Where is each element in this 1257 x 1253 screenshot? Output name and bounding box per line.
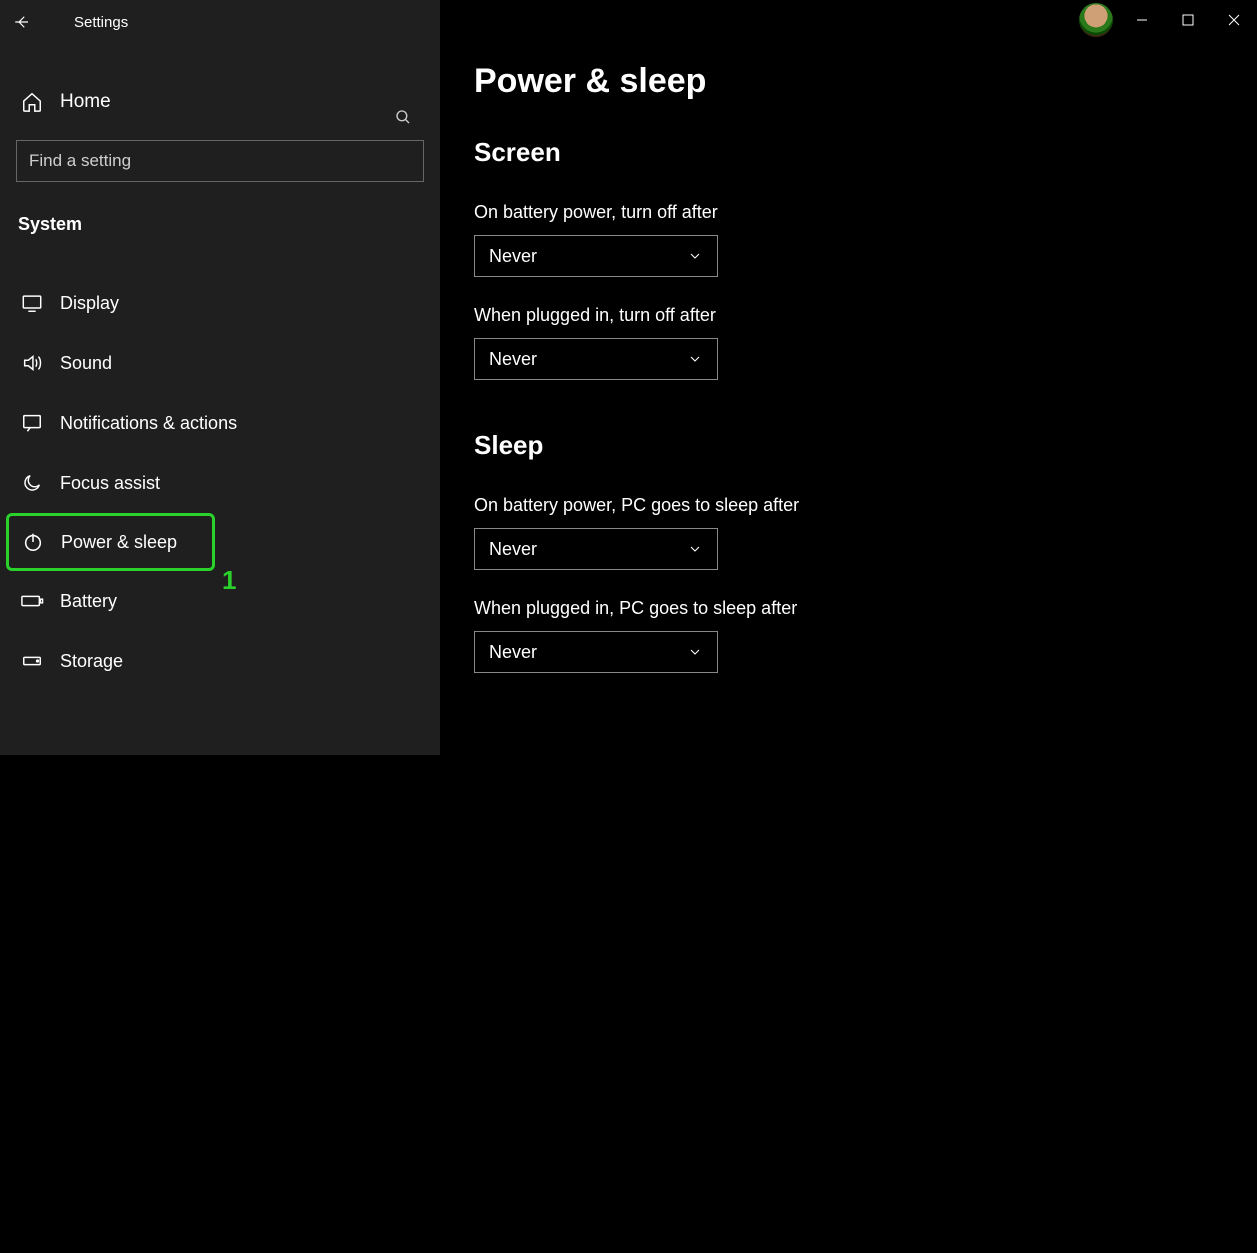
display-icon: [18, 289, 46, 317]
sidebar-item-label: Focus assist: [60, 473, 160, 494]
section-sleep-title: Sleep: [440, 380, 1257, 467]
chevron-down-icon: [687, 248, 703, 264]
screen-plugged-dropdown[interactable]: Never: [474, 338, 718, 380]
screen-battery-dropdown[interactable]: Never: [474, 235, 718, 277]
chevron-down-icon: [687, 351, 703, 367]
home-label: Home: [60, 91, 111, 113]
search-input[interactable]: [16, 140, 424, 182]
arrow-left-icon: [13, 13, 31, 31]
main-panel: Power & sleep Screen On battery power, t…: [440, 0, 1257, 755]
sidebar-item-label: Battery: [60, 591, 117, 612]
chevron-down-icon: [687, 644, 703, 660]
sidebar-item-focus-assist[interactable]: Focus assist: [0, 453, 440, 513]
screen-plugged-label: When plugged in, turn off after: [440, 277, 1257, 338]
sidebar-item-label: Notifications & actions: [60, 413, 237, 434]
titlebar: Settings: [0, 0, 440, 44]
sidebar-category: System: [0, 192, 440, 245]
sidebar: Settings Home System Display Sound Notif…: [0, 0, 440, 755]
dropdown-value: Never: [489, 539, 537, 560]
screen-battery-label: On battery power, turn off after: [440, 174, 1257, 235]
sidebar-item-label: Display: [60, 293, 119, 314]
sidebar-item-label: Sound: [60, 353, 112, 374]
dropdown-value: Never: [489, 349, 537, 370]
window-controls: [1079, 0, 1257, 40]
sidebar-item-label: Storage: [60, 651, 123, 672]
dropdown-value: Never: [489, 246, 537, 267]
avatar[interactable]: [1079, 3, 1113, 37]
sleep-battery-dropdown[interactable]: Never: [474, 528, 718, 570]
notifications-icon: [18, 409, 46, 437]
sidebar-home[interactable]: Home: [0, 74, 440, 130]
close-button[interactable]: [1211, 0, 1257, 40]
power-icon: [19, 528, 47, 556]
sidebar-list: Display Sound Notifications & actions Fo…: [0, 273, 440, 691]
sidebar-item-battery[interactable]: Battery: [0, 571, 440, 631]
maximize-button[interactable]: [1165, 0, 1211, 40]
search-wrap: [16, 140, 424, 182]
battery-icon: [18, 587, 46, 615]
moon-icon: [18, 469, 46, 497]
chevron-down-icon: [687, 541, 703, 557]
minimize-button[interactable]: [1119, 0, 1165, 40]
sidebar-item-notifications[interactable]: Notifications & actions: [0, 393, 440, 453]
sleep-plugged-label: When plugged in, PC goes to sleep after: [440, 570, 1257, 631]
sleep-battery-label: On battery power, PC goes to sleep after: [440, 467, 1257, 528]
sidebar-item-label: Power & sleep: [61, 532, 177, 553]
home-icon: [18, 88, 46, 116]
sound-icon: [18, 349, 46, 377]
sidebar-item-display[interactable]: Display: [0, 273, 440, 333]
sidebar-item-storage[interactable]: Storage: [0, 631, 440, 691]
storage-icon: [18, 647, 46, 675]
sidebar-item-sound[interactable]: Sound: [0, 333, 440, 393]
back-button[interactable]: [0, 0, 44, 44]
sleep-plugged-dropdown[interactable]: Never: [474, 631, 718, 673]
sidebar-item-power-sleep[interactable]: Power & sleep: [6, 513, 215, 571]
section-screen-title: Screen: [440, 101, 1257, 174]
app-title: Settings: [74, 14, 128, 31]
dropdown-value: Never: [489, 642, 537, 663]
